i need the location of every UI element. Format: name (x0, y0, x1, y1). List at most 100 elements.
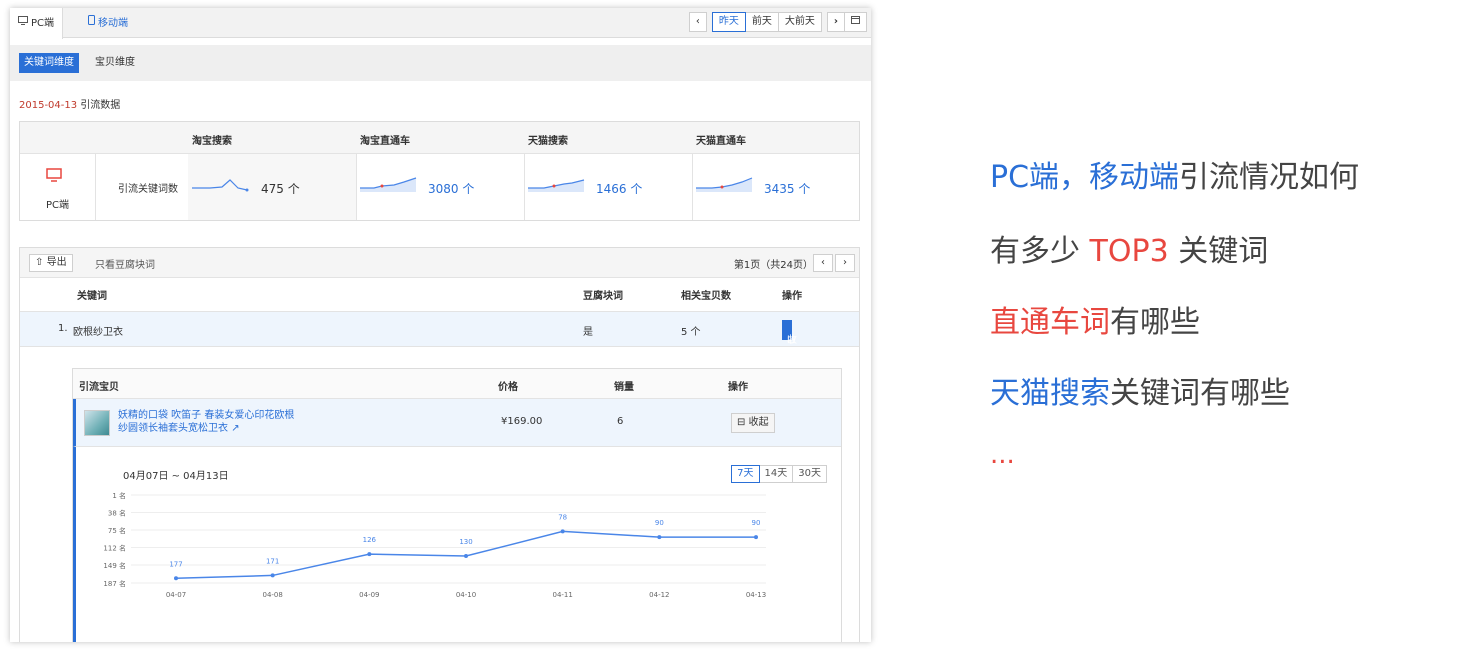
tofu-filter[interactable]: 只看豆腐块词 (95, 256, 155, 271)
data-label: 78 (558, 513, 567, 521)
product-title-link[interactable]: 妖精的口袋 吹笛子 春装女爱心印花欧根 纱圆领长袖套头宽松卫衣 ↗ (118, 409, 358, 435)
data-point[interactable] (174, 576, 178, 581)
col-action: 操作 (782, 291, 802, 302)
sparkline-tmall-ztc (696, 177, 753, 192)
tab-pc-label: PC端 (31, 18, 55, 29)
data-label: 90 (752, 519, 761, 527)
side-line2-c: 关键词 (1168, 234, 1269, 269)
col-tofu: 豆腐块词 (583, 291, 623, 302)
top-tab-bar: PC端 移动端 ‹ 昨天 前天 大前天 › (10, 8, 871, 39)
collapse-icon: ⊟ (737, 417, 746, 428)
y-tick-label: 1 名 (112, 491, 126, 500)
value-taobao-search: 475 个 (261, 182, 300, 196)
dimension-bar: 关键词维度 宝贝维度 (10, 45, 871, 81)
monitor-icon (18, 8, 28, 38)
product-row[interactable]: 妖精的口袋 吹笛子 春装女爱心印花欧根 纱圆领长袖套头宽松卫衣 ↗ ¥169.0… (73, 399, 841, 447)
tab-keyword-dimension[interactable]: 关键词维度 (19, 53, 79, 73)
product-subtable: 引流宝贝 价格 销量 操作 妖精的口袋 吹笛子 春装女爱心印花欧根 纱圆领长袖套… (72, 368, 842, 642)
mobile-icon (88, 8, 95, 38)
x-tick-label: 04-09 (359, 591, 379, 599)
col-keyword: 关键词 (77, 291, 107, 302)
side-line-1: PC端，移动端引流情况如何 (990, 152, 1359, 196)
prev-page-button[interactable]: ‹ (813, 254, 833, 272)
product-collapse-button[interactable]: ⊟ 收起 (731, 413, 775, 433)
side-line-3: 直通车词有哪些 (990, 297, 1200, 341)
x-tick-label: 04-07 (166, 591, 186, 599)
next-page-button[interactable]: › (835, 254, 855, 272)
summary-header: 淘宝搜索 淘宝直通车 天猫搜索 天猫直通车 (20, 122, 859, 154)
range-buttons: 7天 14天 30天 (731, 465, 827, 483)
collapse-button[interactable]: ⊟ 收起 (782, 320, 797, 366)
col-tmall-ztc: 天猫直通车 (696, 136, 746, 147)
value-tmall-ztc: 3435 个 (764, 182, 811, 196)
three-days-ago-button[interactable]: 大前天 (777, 12, 822, 32)
data-point[interactable] (270, 573, 275, 578)
side-pc: PC端 (990, 160, 1060, 195)
col-tmall-search: 天猫搜索 (528, 136, 568, 147)
device-label: PC端 (46, 200, 70, 211)
side-tmall: 天猫搜索 (990, 376, 1110, 411)
yesterday-button[interactable]: 昨天 (711, 12, 746, 32)
traffic-summary: 淘宝搜索 淘宝直通车 天猫搜索 天猫直通车 PC端 引流关键词数 475 个 3… (19, 121, 860, 221)
rank-chart-box: 04月07日 ~ 04月13日 7天 14天 30天 1 名 38 名 75 名 11… (73, 447, 841, 642)
report-panel: PC端 移动端 ‹ 昨天 前天 大前天 › 关键词维度 宝贝维度 2015-04… (10, 8, 871, 642)
row-tofu: 是 (583, 327, 593, 338)
side-comma: ， (1059, 160, 1090, 195)
product-collapse-label: 收起 (748, 417, 769, 428)
row-label: 引流关键词数 (118, 184, 178, 195)
day-before-button[interactable]: 前天 (744, 12, 779, 32)
product-price: ¥169.00 (501, 416, 543, 427)
calendar-icon[interactable] (844, 12, 867, 32)
report-date-suffix: 引流数据 (80, 100, 121, 111)
x-tick-label: 04-13 (746, 591, 766, 599)
sparkline-taobao-search (192, 179, 249, 192)
external-link-icon[interactable]: ↗ (231, 423, 239, 434)
data-label: 90 (655, 519, 664, 527)
table-row[interactable]: 1. 欧根纱卫衣 是 5 个 ⊟ 收起 (20, 311, 859, 366)
data-point[interactable] (464, 554, 468, 559)
list-toolbar: ⇧ 导出 只看豆腐块词 第1页（共24页） ‹ › (20, 248, 859, 278)
data-point[interactable] (560, 529, 565, 534)
product-title-line2: 纱圆领长袖套头宽松卫衣 (118, 423, 228, 434)
side-mobile: 移动端 (1089, 160, 1180, 195)
range-30d-button[interactable]: 30天 (792, 465, 827, 483)
export-button[interactable]: ⇧ 导出 (29, 254, 73, 272)
product-thumbnail[interactable] (84, 410, 110, 436)
data-label: 126 (363, 536, 377, 544)
date-range: 04月07日 ~ 04月13日 (123, 471, 229, 482)
col-price: 价格 (498, 382, 518, 393)
y-tick-label: 149 名 (103, 561, 126, 570)
y-tick-label: 187 名 (103, 579, 126, 588)
subtable-header: 引流宝贝 价格 销量 操作 (73, 369, 841, 399)
col-product: 引流宝贝 (79, 382, 119, 393)
summary-row: PC端 引流关键词数 475 个 3080 个 1466 个 3435 个 (20, 154, 859, 220)
tab-pc[interactable]: PC端 (10, 8, 64, 39)
data-point[interactable] (657, 535, 662, 540)
tab-mobile[interactable]: 移动端 (80, 8, 136, 38)
tab-item-dimension[interactable]: 宝贝维度 (90, 53, 140, 73)
row-keyword: 欧根纱卫衣 (73, 327, 123, 338)
range-14d-button[interactable]: 14天 (758, 465, 794, 483)
monitor-icon (46, 168, 62, 185)
y-tick-label: 75 名 (108, 526, 126, 535)
side-line1-rest: 引流情况如何 (1179, 160, 1360, 195)
col-taobao-search: 淘宝搜索 (192, 136, 232, 147)
date-label: 2015-04-13 引流数据 (19, 96, 120, 111)
range-7d-button[interactable]: 7天 (731, 465, 760, 483)
col-taobao-ztc: 淘宝直通车 (360, 136, 410, 147)
value-taobao-ztc: 3080 个 (428, 182, 475, 196)
report-date: 2015-04-13 (19, 100, 78, 111)
product-sales: 6 (617, 416, 624, 427)
x-tick-label: 04-08 (262, 591, 282, 599)
x-tick-label: 04-11 (552, 591, 572, 599)
side-line2-a: 有多少 (990, 234, 1090, 269)
prev-day-button[interactable]: ‹ (688, 12, 707, 32)
sparkline-tmall-search (528, 179, 585, 192)
data-point[interactable] (367, 552, 372, 557)
sparkline-taobao-ztc (360, 177, 417, 192)
col-related-count: 相关宝贝数 (681, 291, 731, 302)
col-sales: 销量 (614, 382, 634, 393)
data-point[interactable] (754, 535, 758, 540)
side-line-2: 有多少 TOP3 关键词 (990, 226, 1268, 270)
next-day-button[interactable]: › (826, 12, 845, 32)
